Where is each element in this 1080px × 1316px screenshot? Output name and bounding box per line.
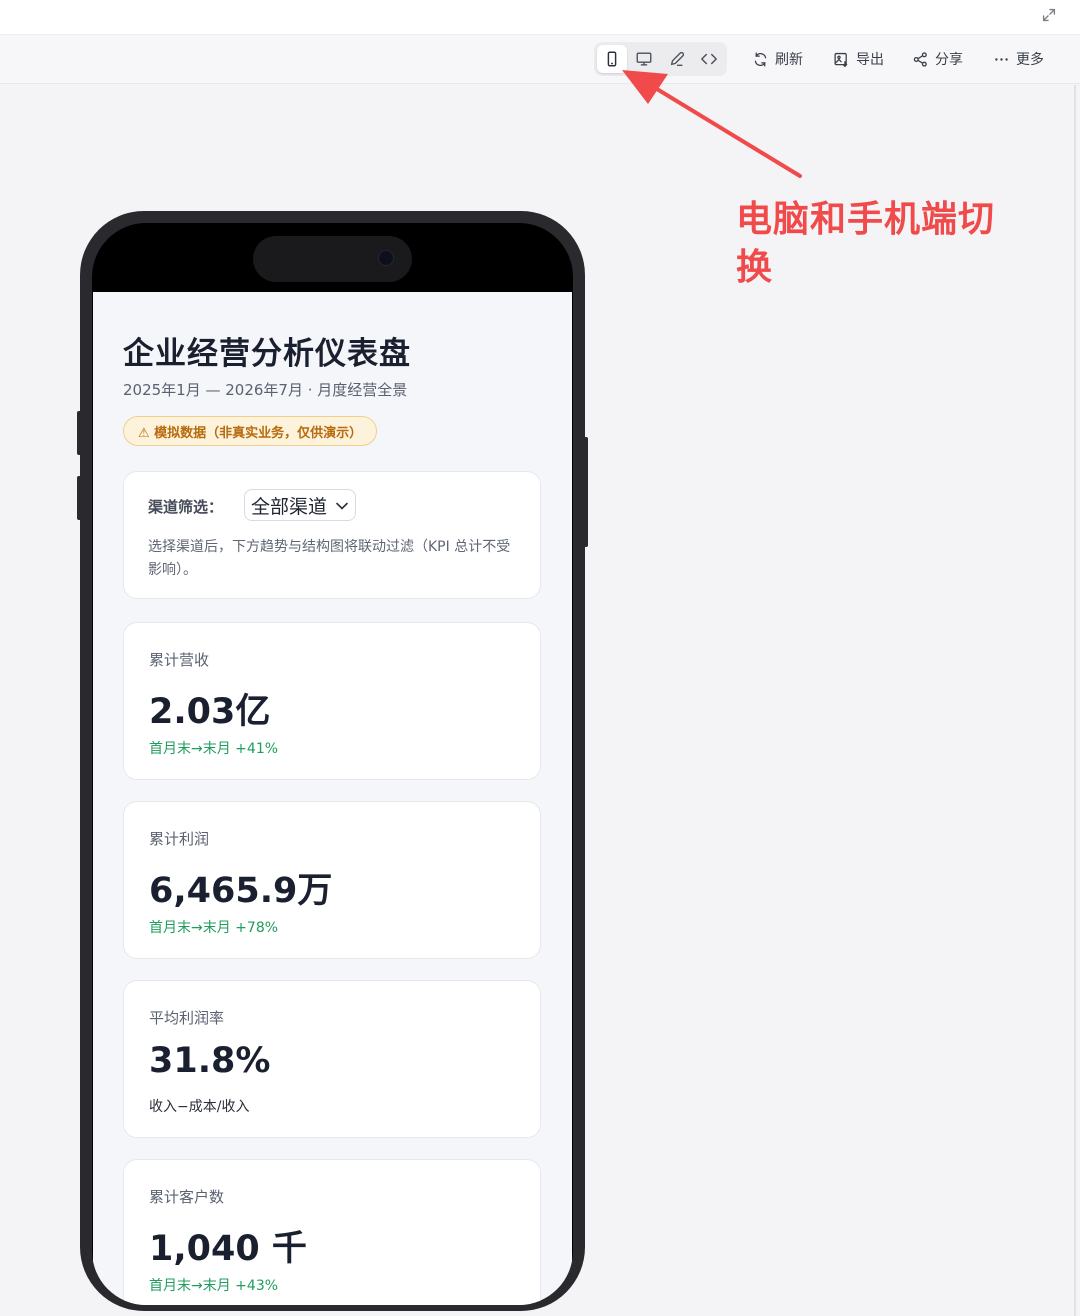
kpi-label: 累计营收 [149, 651, 210, 669]
more-label: 更多 [1016, 52, 1044, 68]
phone-screen: 企业经营分析仪表盘 2025年1月 — 2026年7月 · 月度经营全景 ⚠ 模… [93, 292, 572, 1305]
mobile-view-button[interactable] [597, 45, 627, 73]
view-mode-switch [594, 42, 727, 76]
annotation-text: 电脑和手机端切换 [736, 199, 996, 288]
filter-label: 渠道筛选： [148, 498, 224, 516]
kpi-card-revenue: 累计营收 2.03亿 首月末→末月 +41% [123, 622, 541, 780]
share-icon [913, 51, 927, 67]
preview-toolbar: 刷新 导出 分享 更多 [0, 35, 1080, 84]
channel-select[interactable]: 全部渠道 [244, 489, 356, 521]
pen-icon [670, 51, 684, 66]
export-button[interactable]: 导出 [833, 48, 884, 70]
desktop-view-button[interactable] [630, 45, 660, 73]
kpi-card-margin: 平均利润率 31.8% 收入−成本/收入 [123, 980, 541, 1138]
refresh-icon [754, 51, 767, 67]
share-button[interactable]: 分享 [912, 48, 963, 70]
edit-view-button[interactable] [662, 45, 692, 73]
kpi-card-customers: 累计客户数 1,040 千 首月末→末月 +43% [123, 1159, 541, 1305]
expand-icon[interactable] [1038, 4, 1060, 26]
refresh-button[interactable]: 刷新 [752, 48, 803, 70]
kpi-formula: 收入−成本/收入 [149, 1099, 250, 1115]
monitor-icon [636, 52, 652, 66]
page-subtitle: 2025年1月 — 2026年7月 · 月度经营全景 [123, 381, 408, 399]
camera-icon [378, 250, 394, 266]
kpi-value: 31.8% [149, 1041, 271, 1081]
page-title: 企业经营分析仪表盘 [123, 336, 411, 372]
kpi-value: 1,040 千 [149, 1229, 307, 1269]
phone-icon [607, 51, 617, 67]
refresh-label: 刷新 [775, 52, 803, 68]
kpi-label: 平均利润率 [149, 1009, 225, 1027]
kpi-delta: 首月末→末月 +41% [149, 741, 279, 757]
kpi-value: 2.03亿 [149, 692, 271, 732]
scrollbar-track [1074, 85, 1076, 1316]
phone-frame: 企业经营分析仪表盘 2025年1月 — 2026年7月 · 月度经营全景 ⚠ 模… [80, 211, 585, 1311]
filter-note: 选择渠道后，下方趋势与结构图将联动过滤（KPI 总计不受影响）。 [148, 539, 511, 578]
kpi-label: 累计客户数 [149, 1188, 225, 1206]
more-button[interactable]: 更多 [993, 48, 1044, 70]
kpi-delta: 首月末→末月 +78% [149, 920, 279, 936]
channel-select-value: 全部渠道 [251, 495, 328, 518]
window-top-bar [0, 0, 1080, 35]
kpi-label: 累计利润 [149, 830, 210, 848]
kpi-value: 6,465.9万 [149, 871, 333, 911]
dynamic-island [253, 236, 412, 282]
kpi-card-profit: 累计利润 6,465.9万 首月末→末月 +78% [123, 801, 541, 959]
more-icon [995, 57, 1008, 61]
filter-card: 渠道筛选： 全部渠道 选择渠道后，下方趋势与结构图将联动过滤（KPI 总计不受影… [123, 471, 541, 599]
phone-bezel: 企业经营分析仪表盘 2025年1月 — 2026年7月 · 月度经营全景 ⚠ 模… [92, 223, 573, 1305]
code-icon [701, 53, 718, 65]
kpi-delta: 首月末→末月 +43% [149, 1278, 279, 1294]
code-view-button[interactable] [695, 45, 725, 73]
image-export-icon [834, 52, 848, 67]
mock-data-badge: ⚠ 模拟数据（非真实业务，仅供演示） [123, 416, 378, 446]
chevron-down-icon [336, 502, 348, 510]
share-label: 分享 [935, 52, 963, 68]
export-label: 导出 [856, 52, 884, 68]
